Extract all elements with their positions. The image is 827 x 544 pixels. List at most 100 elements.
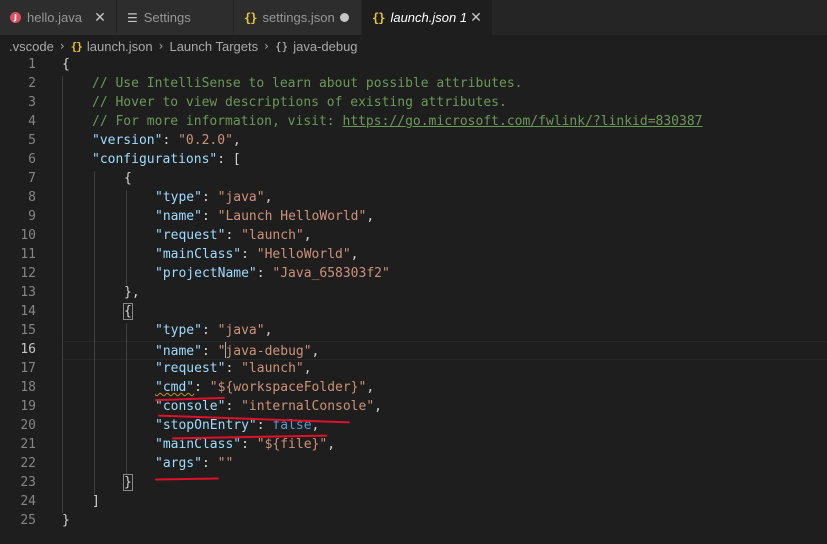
breadcrumb-folder[interactable]: .vscode xyxy=(9,39,54,54)
code-line: "mainClass": "HelloWorld", xyxy=(155,247,359,262)
tab-launch-json[interactable]: {} launch.json 1 ✕ xyxy=(362,0,493,35)
line-number: 1 xyxy=(28,57,36,72)
code-line: }, xyxy=(124,285,140,300)
json-key: "projectName" xyxy=(155,266,257,281)
line-number: 18 xyxy=(20,380,36,395)
line-number: 21 xyxy=(20,437,36,452)
json-file-icon: {} xyxy=(70,39,83,53)
tab-hello-java[interactable]: J hello.java ✕ xyxy=(0,0,117,35)
code-line: "mainClass": "${file}", xyxy=(155,437,336,452)
settings-file-icon: ☰ xyxy=(127,10,138,25)
json-key: "request" xyxy=(155,361,226,376)
tab-label: launch.json xyxy=(390,10,457,25)
indent-guide xyxy=(94,171,95,494)
tab-label: hello.java xyxy=(27,10,82,25)
code-editor[interactable]: 1 2 3 4 5 6 7 8 9 10 11 12 13 14 15 16 1… xyxy=(0,57,827,544)
editor-tab-bar: J hello.java ✕ ☰ Settings {} settings.js… xyxy=(0,0,827,35)
code-line: // Hover to view descriptions of existin… xyxy=(92,95,507,110)
open-brace: { xyxy=(62,57,70,72)
line-number: 7 xyxy=(28,171,36,186)
breadcrumb-item[interactable]: java-debug xyxy=(293,39,357,54)
json-key: "type" xyxy=(155,323,202,338)
code-line: "name": "Launch HelloWorld", xyxy=(155,209,375,224)
json-string: "0.2.0" xyxy=(178,133,233,148)
code-line: "configurations": [ xyxy=(92,152,241,167)
line-number: 15 xyxy=(20,323,36,338)
json-key: "request" xyxy=(155,228,226,243)
line-number: 6 xyxy=(28,152,36,167)
line-number: 3 xyxy=(28,95,36,110)
json-string: "Launch HelloWorld" xyxy=(217,209,367,224)
line-number: 11 xyxy=(20,247,36,262)
code-line: } xyxy=(123,474,133,491)
code-line: } xyxy=(62,513,70,528)
indent-guide xyxy=(126,323,127,475)
json-key: "mainClass" xyxy=(155,247,242,262)
code-line: { xyxy=(62,57,70,72)
line-number: 5 xyxy=(28,133,36,148)
code-line: "type": "java", xyxy=(155,323,273,338)
tab-settings[interactable]: ☰ Settings xyxy=(117,0,234,35)
chevron-right-icon: › xyxy=(158,39,164,53)
indent-guide xyxy=(62,76,63,513)
line-number: 25 xyxy=(20,513,36,528)
line-number: 17 xyxy=(20,361,36,376)
matching-bracket: } xyxy=(123,474,133,491)
close-icon[interactable]: ✕ xyxy=(468,9,484,25)
code-line: "version": "0.2.0", xyxy=(92,133,241,148)
code-line: "request": "launch", xyxy=(155,361,312,376)
close-icon[interactable]: ✕ xyxy=(92,9,108,25)
breadcrumb: .vscode › {} launch.json › Launch Target… xyxy=(0,35,827,57)
tab-label: settings.json xyxy=(262,10,335,25)
code-line: { xyxy=(124,171,132,186)
json-string: "${workspaceFolder}" xyxy=(209,380,367,395)
code-line: { xyxy=(123,303,133,320)
json-string: "" xyxy=(217,456,234,471)
line-number-current: 16 xyxy=(20,342,36,357)
line-number: 19 xyxy=(20,399,36,414)
json-string: "launch" xyxy=(241,361,304,376)
tab-label-wrap: launch.json 1 xyxy=(390,10,467,25)
code-line: ] xyxy=(92,494,100,509)
code-line: "cmd": "${workspaceFolder}", xyxy=(155,380,375,395)
line-number: 24 xyxy=(20,494,36,509)
comment: // Hover to view descriptions of existin… xyxy=(92,95,507,110)
json-file-icon: {} xyxy=(372,10,385,25)
problem-count-badge: 1 xyxy=(459,10,468,25)
breadcrumb-file[interactable]: launch.json xyxy=(87,39,153,54)
json-file-icon: {} xyxy=(244,10,257,25)
code-line: "type": "java", xyxy=(155,190,273,205)
code-line: "projectName": "Java_658303f2" xyxy=(155,266,390,281)
line-number: 14 xyxy=(20,304,36,319)
tab-label: Settings xyxy=(143,10,191,25)
json-key: "args" xyxy=(155,456,202,471)
tab-settings-json[interactable]: {} settings.json xyxy=(234,0,362,35)
json-key: "mainClass" xyxy=(155,437,242,452)
json-string: "HelloWorld" xyxy=(256,247,351,262)
comment-link[interactable]: https://go.microsoft.com/fwlink/?linkid=… xyxy=(342,114,702,129)
json-key: "name" xyxy=(155,344,202,359)
object-icon: {} xyxy=(274,39,289,53)
line-number: 9 xyxy=(28,209,36,224)
code-line: "args": "" xyxy=(155,456,234,471)
line-number: 4 xyxy=(28,114,36,129)
json-string: java-debug" xyxy=(225,344,312,359)
json-key: "type" xyxy=(155,190,202,205)
chevron-right-icon: › xyxy=(264,39,269,53)
indent-guide xyxy=(126,190,127,285)
json-string: "${file}" xyxy=(256,437,328,452)
json-key-warning[interactable]: "cmd" xyxy=(155,380,194,395)
code-line: "console": "internalConsole", xyxy=(155,399,382,414)
code-line: // For more information, visit: https://… xyxy=(92,114,702,129)
json-key: "console" xyxy=(155,399,226,414)
breadcrumb-section[interactable]: Launch Targets xyxy=(169,39,258,54)
line-number: 2 xyxy=(28,76,36,91)
code-line: "request": "launch", xyxy=(155,228,312,243)
unsaved-dot-icon[interactable] xyxy=(340,13,349,22)
json-key: "name" xyxy=(155,209,202,224)
code-line: // Use IntelliSense to learn about possi… xyxy=(92,76,522,91)
code-line-current: "name": "java-debug", xyxy=(155,342,320,359)
json-key: "configurations" xyxy=(92,152,218,167)
line-number: 12 xyxy=(20,266,36,281)
json-key: "version" xyxy=(92,133,163,148)
